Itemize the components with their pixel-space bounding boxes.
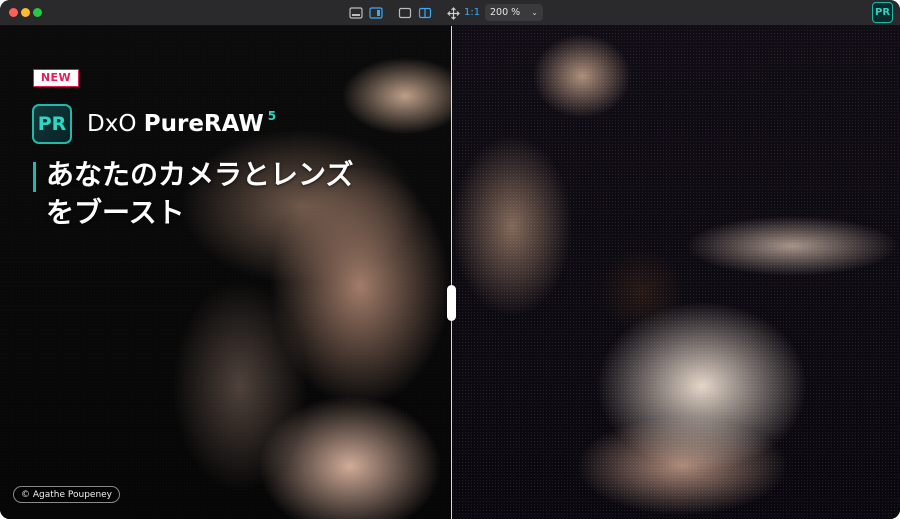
compare-divider[interactable] [451, 26, 452, 519]
product-name: PureRAW [143, 111, 264, 137]
photo-credit: © Agathe Poupeney [13, 486, 121, 503]
original-image-half [0, 26, 452, 519]
zoom-window-button[interactable] [33, 8, 42, 17]
product-version: 5 [267, 109, 277, 123]
close-window-button[interactable] [9, 8, 18, 17]
pan-tool-button[interactable] [447, 5, 460, 21]
minimize-window-button[interactable] [21, 8, 30, 17]
tagline-line-1: あなたのカメラとレンズ [46, 158, 354, 191]
frame-icon [398, 7, 412, 19]
single-view-button[interactable] [349, 5, 363, 21]
side-panel-icon [369, 7, 383, 19]
tagline-accent-bar [33, 162, 36, 192]
processed-image-half [452, 26, 900, 519]
preview-image[interactable] [0, 26, 900, 519]
app-badge-icon[interactable]: PR [872, 2, 893, 23]
one-to-one-zoom-button[interactable]: 1:1 [464, 5, 480, 21]
brand-name: DxO [87, 111, 137, 137]
pureraw-logo-icon: PR [32, 104, 72, 144]
zoom-value: 200 % [490, 7, 521, 18]
product-title: DxO PureRAW 5 [87, 106, 276, 142]
title-bar: 1:1 200 % ⌄ PR [0, 0, 900, 26]
tagline: あなたのカメラとレンズ をブースト [46, 156, 426, 232]
split-compare-button[interactable] [418, 5, 432, 21]
tagline-line-2: をブースト [46, 196, 185, 229]
app-window: 1:1 200 % ⌄ PR NEW PR DxO PureRAW 5 あなたのカ… [0, 0, 900, 519]
zoom-select[interactable]: 200 % ⌄ [485, 4, 543, 21]
side-panel-button[interactable] [369, 5, 383, 21]
compare-slider-handle[interactable] [447, 285, 456, 321]
single-view-icon [349, 7, 363, 19]
image-noise [452, 26, 900, 519]
compare-off-button[interactable] [398, 5, 412, 21]
image-texture [0, 26, 452, 519]
chevron-down-icon: ⌄ [531, 8, 538, 17]
move-arrows-icon [447, 6, 460, 20]
split-view-icon [418, 7, 432, 19]
new-badge: NEW [33, 69, 79, 87]
